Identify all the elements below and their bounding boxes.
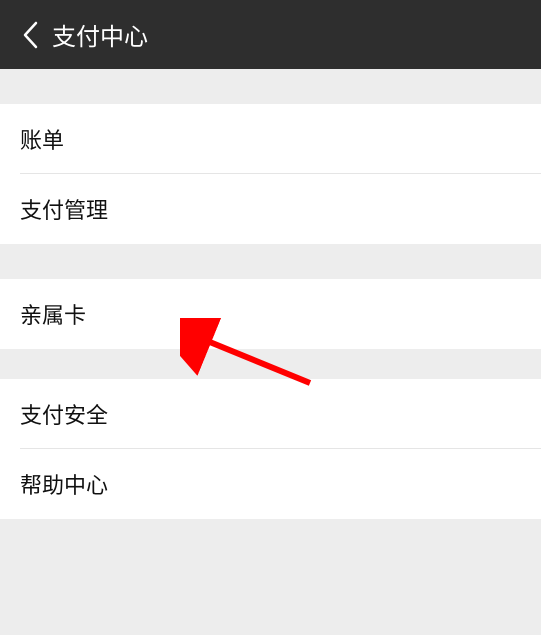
- row-label: 账单: [20, 123, 64, 155]
- back-button[interactable]: [10, 15, 50, 55]
- row-label: 支付安全: [20, 398, 108, 430]
- section-gap: [0, 244, 541, 279]
- row-label: 支付管理: [20, 193, 108, 225]
- section-gap: [0, 69, 541, 104]
- row-label: 帮助中心: [20, 468, 108, 500]
- chevron-left-icon: [21, 20, 39, 50]
- row-help-center[interactable]: 帮助中心: [0, 449, 541, 519]
- row-payment-security[interactable]: 支付安全: [0, 379, 541, 449]
- section-1: 账单 支付管理: [0, 104, 541, 244]
- row-bills[interactable]: 账单: [0, 104, 541, 174]
- row-payment-management[interactable]: 支付管理: [0, 174, 541, 244]
- section-3: 支付安全 帮助中心: [0, 379, 541, 519]
- section-2: 亲属卡: [0, 279, 541, 349]
- page-title: 支付中心: [52, 17, 148, 52]
- section-gap: [0, 349, 541, 379]
- row-label: 亲属卡: [20, 298, 86, 330]
- header: 支付中心: [0, 0, 541, 69]
- row-family-card[interactable]: 亲属卡: [0, 279, 541, 349]
